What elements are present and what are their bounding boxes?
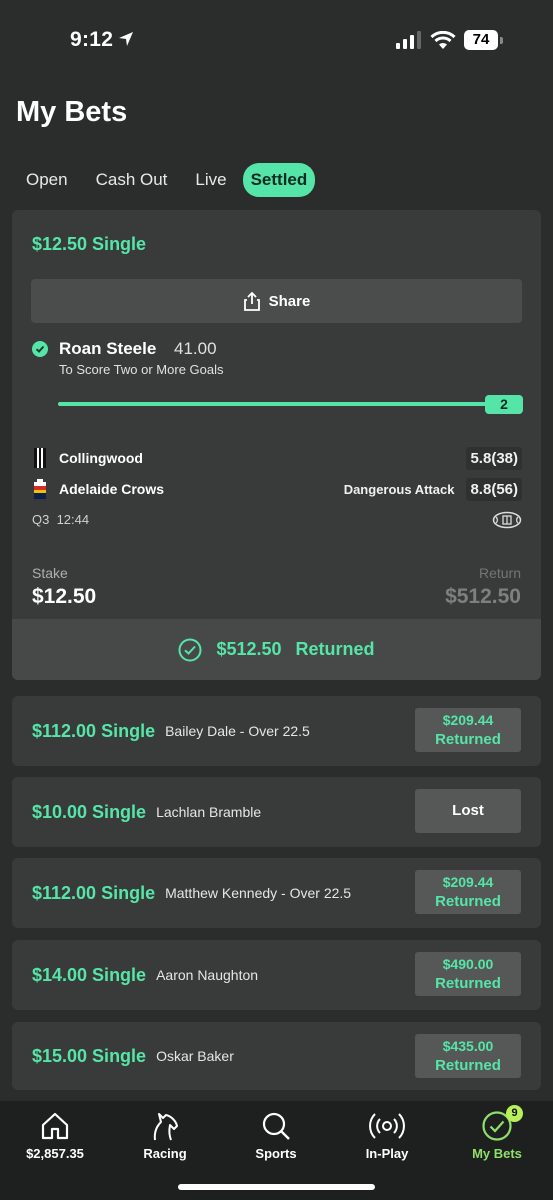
tab-cash-out[interactable]: Cash Out — [84, 163, 180, 197]
home-icon — [41, 1112, 69, 1140]
share-icon — [243, 291, 260, 311]
home-indicator[interactable] — [178, 1184, 375, 1190]
nav-sports-label: Sports — [255, 1146, 297, 1161]
nav-mybets-label: My Bets — [472, 1146, 522, 1161]
result-badge: $490.00 Returned — [415, 952, 521, 996]
search-icon — [262, 1112, 290, 1140]
battery-level: 74 — [464, 30, 498, 50]
bet-card[interactable]: $112.00 Single Matthew Kennedy - Over 22… — [12, 858, 541, 928]
result-label: Returned — [435, 1057, 501, 1074]
result-badge: $209.44 Returned — [415, 870, 521, 914]
share-button[interactable]: Share — [31, 279, 522, 323]
result-amount: $435.00 — [442, 1038, 494, 1054]
stake-value: $12.50 — [32, 585, 97, 608]
stake-label: Stake — [32, 565, 68, 581]
result-badge: $209.44 Returned — [415, 708, 521, 752]
mybets-count-badge: 9 — [506, 1105, 523, 1122]
tab-settled[interactable]: Settled — [242, 163, 316, 197]
adelaide-jersey-icon — [34, 479, 46, 499]
team-status: Dangerous Attack — [343, 481, 455, 497]
team-row: Adelaide Crows Dangerous Attack 8.8(56) — [32, 477, 522, 501]
nav-balance: $2,857.35 — [26, 1146, 84, 1161]
bet-tabs: Open Cash Out Live Settled — [14, 163, 319, 197]
team-score: 8.8(56) — [466, 477, 522, 501]
nav-home[interactable]: $2,857.35 — [5, 1109, 105, 1161]
nav-racing[interactable]: Racing — [115, 1109, 215, 1161]
bet-card[interactable]: $15.00 Single Oskar Baker $435.00 Return… — [12, 1022, 541, 1090]
returned-label: Returned — [295, 639, 375, 659]
status-bar: 9:12 74 — [0, 0, 553, 80]
status-icons: 74 — [396, 30, 503, 50]
bet-title: $10.00 Single — [32, 801, 147, 822]
collingwood-jersey-icon — [34, 448, 46, 468]
progress-bar — [58, 402, 488, 406]
bet-card-expanded[interactable]: $12.50 Single Share Roan Steele 41.00 To… — [12, 210, 541, 680]
horse-icon — [153, 1113, 178, 1141]
team-score: 5.8(38) — [466, 446, 522, 470]
tab-live[interactable]: Live — [183, 163, 238, 197]
team-name: Adelaide Crows — [59, 481, 165, 497]
bet-card[interactable]: $112.00 Single Bailey Dale - Over 22.5 $… — [12, 696, 541, 766]
tab-open[interactable]: Open — [14, 163, 80, 197]
page-title: My Bets — [16, 96, 128, 128]
nav-mybets[interactable]: 9 My Bets — [447, 1105, 547, 1161]
nav-inplay-label: In-Play — [365, 1146, 409, 1161]
field-icon[interactable] — [492, 511, 522, 529]
game-clock: Q3 12:44 — [32, 512, 90, 527]
returned-banner: $512.50 Returned — [12, 619, 541, 680]
result-badge: $435.00 Returned — [415, 1034, 521, 1078]
result-amount: $490.00 — [442, 956, 494, 972]
result-badge: Lost — [415, 789, 521, 833]
nav-sports[interactable]: Sports — [226, 1109, 326, 1161]
result-label: Lost — [452, 802, 484, 819]
bet-title: $112.00 Single — [32, 720, 156, 741]
team-name: Collingwood — [59, 450, 143, 466]
returned-amount: $512.50 — [216, 639, 282, 659]
nav-racing-label: Racing — [143, 1146, 187, 1161]
return-value: $512.50 — [445, 585, 521, 608]
team-row: Collingwood 5.8(38) — [32, 446, 522, 470]
progress-value: 2 — [485, 395, 523, 414]
result-label: Returned — [435, 975, 501, 992]
result-amount: $209.44 — [442, 712, 494, 728]
return-label: Return — [478, 565, 521, 581]
nav-inplay[interactable]: In-Play — [337, 1109, 437, 1161]
result-amount: $209.44 — [442, 874, 494, 890]
result-label: Returned — [435, 893, 501, 910]
signal-icon — [396, 31, 421, 49]
bet-title: $14.00 Single — [32, 964, 147, 985]
result-label: Returned — [435, 731, 501, 748]
wifi-icon — [430, 30, 456, 49]
bet-title: $12.50 Single — [32, 234, 147, 254]
check-circle-outline-icon — [178, 638, 202, 661]
bet-card[interactable]: $10.00 Single Lachlan Bramble Lost — [12, 777, 541, 847]
bet-card[interactable]: $14.00 Single Aaron Naughton $490.00 Ret… — [12, 940, 541, 1010]
selection-name: Roan Steele — [59, 339, 157, 358]
broadcast-icon — [369, 1113, 405, 1139]
bet-title: $15.00 Single — [32, 1045, 147, 1066]
bet-title: $112.00 Single — [32, 882, 156, 903]
clock-text: 9:12 — [70, 28, 114, 51]
selection-odds: 41.00 — [174, 339, 217, 358]
share-label: Share — [268, 292, 311, 310]
check-circle-icon — [32, 341, 48, 357]
battery-icon: 74 — [464, 30, 503, 50]
location-arrow-icon — [119, 32, 134, 46]
status-time: 9:12 — [70, 28, 135, 52]
selection-market: To Score Two or More Goals — [59, 362, 224, 377]
